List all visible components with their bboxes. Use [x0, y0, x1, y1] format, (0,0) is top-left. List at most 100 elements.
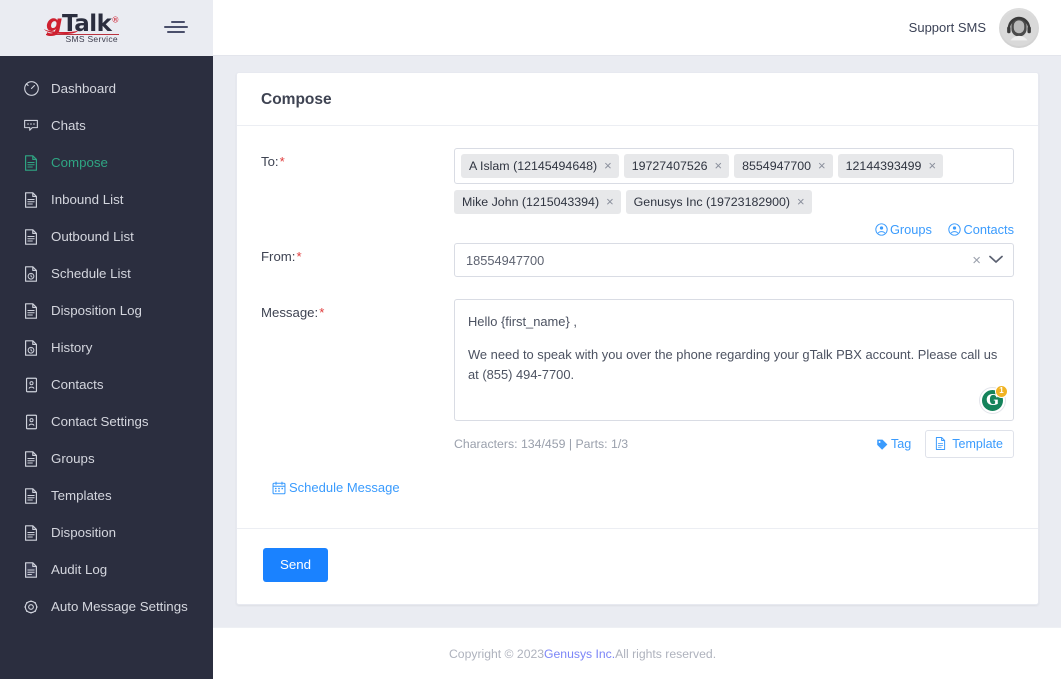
hamburger-icon[interactable] — [164, 18, 188, 36]
recipient-chip[interactable]: Genusys Inc (19723182900) × — [625, 190, 812, 214]
logo-wordmark: gTalk® — [44, 12, 119, 36]
recipient-chip[interactable]: A Islam (12145494648) × — [461, 154, 619, 178]
avatar[interactable] — [999, 7, 1039, 48]
required-asterisk: * — [319, 305, 325, 320]
compose-card: Compose To:* A Islam (12145494648) × 1972… — [236, 72, 1039, 605]
from-row: From:* 18554947700 × — [261, 243, 1014, 277]
message-meta-row: Characters: 134/459 | Parts: 1/3 Tag Tem… — [454, 430, 1014, 458]
tag-button[interactable]: Tag — [876, 437, 911, 451]
send-button[interactable]: Send — [263, 547, 329, 582]
template-label: Template — [952, 436, 1003, 451]
dashboard-icon — [20, 78, 42, 100]
recipient-chip[interactable]: 12144393499 × — [837, 154, 944, 178]
to-token-overflow-row: Mike John (1215043394) × Genusys Inc (197… — [454, 190, 1014, 214]
sidebar-item-label: Disposition — [51, 525, 117, 540]
tag-label: Tag — [890, 437, 912, 451]
template-button[interactable]: Template — [925, 430, 1014, 458]
required-asterisk: * — [296, 249, 302, 264]
sidebar-item-auto-message-settings[interactable]: Auto Message Settings — [0, 588, 213, 625]
sidebar-item-history[interactable]: History — [0, 329, 213, 366]
close-icon[interactable]: × — [604, 158, 612, 173]
sidebar-item-label: Schedule List — [51, 266, 131, 281]
sidebar-item-compose[interactable]: Compose — [0, 144, 213, 181]
chevron-down-icon[interactable] — [989, 253, 1003, 267]
recipient-chip[interactable]: Mike John (1215043394) × — [454, 190, 621, 214]
tag-icon — [877, 439, 888, 450]
document-list-icon — [20, 300, 42, 322]
sidebar-item-label: Auto Message Settings — [51, 599, 188, 614]
message-line-1: Hello {first_name} , — [468, 314, 577, 329]
company-link[interactable]: Genusys Inc. — [544, 647, 615, 661]
clear-icon[interactable]: × — [972, 252, 981, 269]
recipient-chip[interactable]: 19727407526 × — [623, 154, 730, 178]
sidebar-nav: Dashboard Chats Compose Inbound List Out… — [0, 56, 213, 625]
message-line-2: We need to speak with you over the phone… — [468, 347, 998, 382]
sidebar: gTalk® SMS Service Dashboard Chats Compo… — [0, 0, 213, 679]
close-icon[interactable]: × — [606, 194, 614, 209]
message-label: Message:* — [261, 299, 454, 458]
sidebar-item-outbound-list[interactable]: Outbound List — [0, 218, 213, 255]
contact-card-icon — [20, 374, 42, 396]
grammarly-icon[interactable]: G 1 — [980, 385, 1008, 413]
sidebar-item-label: Chats — [51, 118, 86, 133]
app-root: gTalk® SMS Service Dashboard Chats Compo… — [0, 0, 1061, 679]
calendar-icon — [272, 481, 286, 494]
to-token-input[interactable]: A Islam (12145494648) × 19727407526 × 8554… — [454, 148, 1014, 184]
gtalk-logo[interactable]: gTalk® SMS Service — [44, 12, 119, 44]
person-icon — [948, 223, 962, 236]
main-area: Support SMS Compose To:* A Islam (121454… — [213, 0, 1061, 679]
chip-label: Genusys Inc (19723182900) — [633, 194, 791, 209]
sidebar-item-label: Templates — [51, 488, 112, 503]
close-icon[interactable]: × — [928, 158, 936, 173]
schedule-message-link[interactable]: Schedule Message — [272, 480, 400, 495]
sidebar-item-disposition[interactable]: Disposition — [0, 514, 213, 551]
sidebar-item-contacts[interactable]: Contacts — [0, 366, 213, 403]
close-icon[interactable]: × — [797, 194, 805, 209]
from-select[interactable]: 18554947700 × — [454, 243, 1014, 277]
sidebar-item-chats[interactable]: Chats — [0, 107, 213, 144]
contacts-link[interactable]: Contacts — [948, 222, 1014, 237]
sidebar-item-dashboard[interactable]: Dashboard — [0, 70, 213, 107]
compose-card-header: Compose — [237, 73, 1038, 126]
compose-card-footer: Send — [237, 527, 1038, 604]
content-area: Compose To:* A Islam (12145494648) × 1972… — [213, 56, 1061, 627]
contact-card-icon — [20, 411, 42, 433]
hamburger-bar-3 — [167, 31, 185, 33]
sidebar-item-label: Groups — [51, 451, 95, 466]
hamburger-bar-2 — [164, 26, 188, 28]
close-icon[interactable]: × — [715, 158, 723, 173]
groups-link-label: Groups — [889, 222, 932, 237]
sidebar-item-label: Contact Settings — [51, 414, 149, 429]
topbar: Support SMS — [213, 0, 1061, 56]
to-row: To:* A Islam (12145494648) × 19727407526 ×… — [261, 148, 1014, 239]
sidebar-item-disposition-log[interactable]: Disposition Log — [0, 292, 213, 329]
from-label-text: From: — [261, 249, 296, 264]
sidebar-item-audit-log[interactable]: Audit Log — [0, 551, 213, 588]
sidebar-item-groups[interactable]: Groups — [0, 440, 213, 477]
message-textarea[interactable]: Hello {first_name} , We need to speak wi… — [454, 299, 1014, 421]
sidebar-item-schedule-list[interactable]: Schedule List — [0, 255, 213, 292]
sidebar-item-inbound-list[interactable]: Inbound List — [0, 181, 213, 218]
document-icon — [936, 437, 946, 450]
sidebar-item-contact-settings[interactable]: Contact Settings — [0, 403, 213, 440]
page-title: Compose — [261, 91, 332, 108]
close-icon[interactable]: × — [818, 158, 826, 173]
document-list-icon — [20, 226, 42, 248]
schedule-row: Schedule Message — [261, 480, 1014, 516]
chip-label: 12144393499 — [845, 158, 922, 173]
message-field: Hello {first_name} , We need to speak wi… — [454, 299, 1014, 458]
document-list-icon — [20, 522, 42, 544]
recipient-chip[interactable]: 8554947700 × — [734, 154, 833, 178]
registered-mark-icon: ® — [111, 15, 119, 25]
groups-link[interactable]: Groups — [875, 222, 932, 237]
to-helper-links: Groups Contacts — [454, 222, 1014, 239]
schedule-message-label: Schedule Message — [289, 480, 400, 495]
support-agent-avatar-icon — [1000, 9, 1038, 46]
sidebar-item-label: Audit Log — [51, 562, 108, 577]
logo-swoosh-icon — [44, 25, 78, 34]
compose-form: To:* A Islam (12145494648) × 19727407526 ×… — [237, 126, 1038, 528]
sidebar-item-label: History — [51, 340, 93, 355]
sidebar-item-templates[interactable]: Templates — [0, 477, 213, 514]
document-list-icon — [20, 485, 42, 507]
